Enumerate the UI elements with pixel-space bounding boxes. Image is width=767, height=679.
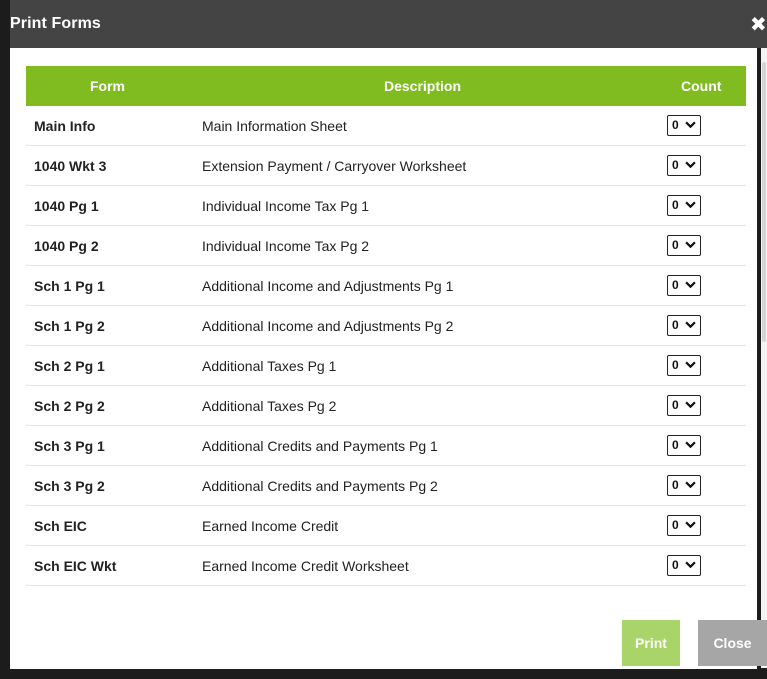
chevron-down-icon xyxy=(685,519,696,533)
print-forms-dialog: Print Forms ✖ Form Description Count Mai… xyxy=(0,0,767,679)
table-row: Sch 2 Pg 2 Additional Taxes Pg 2 0 xyxy=(26,386,746,426)
form-name: Sch 3 Pg 1 xyxy=(34,438,105,454)
form-description: Additional Income and Adjustments Pg 1 xyxy=(202,278,454,294)
chevron-down-icon xyxy=(685,279,696,293)
print-button[interactable]: Print xyxy=(622,620,680,666)
table-row: Sch 2 Pg 1 Additional Taxes Pg 1 0 xyxy=(26,346,746,386)
scrollbar[interactable] xyxy=(761,48,767,668)
table-row: Sch 1 Pg 1 Additional Income and Adjustme… xyxy=(26,266,746,306)
chevron-down-icon xyxy=(685,359,696,373)
count-value: 0 xyxy=(672,398,679,412)
count-select[interactable]: 0 xyxy=(667,435,701,456)
chevron-down-icon xyxy=(685,559,696,573)
count-value: 0 xyxy=(672,438,679,452)
chevron-down-icon xyxy=(685,439,696,453)
chevron-down-icon xyxy=(685,319,696,333)
table-row: Sch 3 Pg 1 Additional Credits and Payment… xyxy=(26,426,746,466)
dialog-title: Print Forms xyxy=(10,15,101,32)
chevron-down-icon xyxy=(685,479,696,493)
count-select[interactable]: 0 xyxy=(667,515,701,536)
count-select[interactable]: 0 xyxy=(667,115,701,136)
table-row: 1040 Pg 2 Individual Income Tax Pg 2 0 xyxy=(26,226,746,266)
column-header-description: Description xyxy=(384,78,462,94)
form-description: Additional Income and Adjustments Pg 2 xyxy=(202,318,454,334)
dialog-titlebar: Print Forms ✖ xyxy=(10,0,767,48)
form-name: Sch 1 Pg 1 xyxy=(34,278,105,294)
table-row: Sch 3 Pg 2 Additional Credits and Payment… xyxy=(26,466,746,506)
form-name: 1040 Wkt 3 xyxy=(34,158,107,174)
form-description: Additional Credits and Payments Pg 2 xyxy=(202,478,438,494)
table-row: Main Info Main Information Sheet 0 xyxy=(26,106,746,146)
chevron-down-icon xyxy=(685,159,696,173)
table-row: 1040 Pg 1 Individual Income Tax Pg 1 0 xyxy=(26,186,746,226)
count-select[interactable]: 0 xyxy=(667,275,701,296)
count-value: 0 xyxy=(672,158,679,172)
form-name: Sch 2 Pg 1 xyxy=(34,358,105,374)
chevron-down-icon xyxy=(685,199,696,213)
count-value: 0 xyxy=(672,518,679,532)
table-row: Sch 1 Pg 2 Additional Income and Adjustme… xyxy=(26,306,746,346)
form-name: Sch EIC Wkt xyxy=(34,558,117,574)
scrollbar-thumb[interactable] xyxy=(762,62,766,342)
form-description: Earned Income Credit Worksheet xyxy=(202,558,409,574)
close-button[interactable]: Close xyxy=(698,620,767,666)
count-select[interactable]: 0 xyxy=(667,195,701,216)
count-select[interactable]: 0 xyxy=(667,555,701,576)
count-value: 0 xyxy=(672,118,679,132)
count-select[interactable]: 0 xyxy=(667,355,701,376)
form-name: Sch 1 Pg 2 xyxy=(34,318,105,334)
form-name: Sch 2 Pg 2 xyxy=(34,398,105,414)
count-value: 0 xyxy=(672,558,679,572)
form-name: Sch EIC xyxy=(34,518,87,534)
chevron-down-icon xyxy=(685,239,696,253)
forms-table: Form Description Count Main Info Main Inf… xyxy=(26,66,746,610)
table-row: 1040 Wkt 3 Extension Payment / Carryover … xyxy=(26,146,746,186)
count-value: 0 xyxy=(672,318,679,332)
form-name: Sch 3 Pg 2 xyxy=(34,478,105,494)
form-description: Additional Credits and Payments Pg 1 xyxy=(202,438,438,454)
count-value: 0 xyxy=(672,238,679,252)
chevron-down-icon xyxy=(685,399,696,413)
table-row: Sch EIC Wkt Earned Income Credit Workshee… xyxy=(26,546,746,586)
count-value: 0 xyxy=(672,478,679,492)
count-value: 0 xyxy=(672,358,679,372)
count-select[interactable]: 0 xyxy=(667,235,701,256)
count-select[interactable]: 0 xyxy=(667,395,701,416)
close-icon[interactable]: ✖ xyxy=(750,12,767,37)
form-name: 1040 Pg 2 xyxy=(34,238,99,254)
form-description: Extension Payment / Carryover Worksheet xyxy=(202,158,467,174)
table-header: Form Description Count xyxy=(26,66,746,106)
form-name: 1040 Pg 1 xyxy=(34,198,99,214)
form-description: Additional Taxes Pg 1 xyxy=(202,358,337,374)
table-row: Sch EIC Earned Income Credit 0 xyxy=(26,506,746,546)
form-description: Main Information Sheet xyxy=(202,118,347,134)
form-description: Earned Income Credit xyxy=(202,518,339,534)
column-header-form: Form xyxy=(90,78,125,94)
count-select[interactable]: 0 xyxy=(667,475,701,496)
form-description: Individual Income Tax Pg 1 xyxy=(202,198,370,214)
form-description: Additional Taxes Pg 2 xyxy=(202,398,337,414)
count-value: 0 xyxy=(672,278,679,292)
count-value: 0 xyxy=(672,198,679,212)
form-description: Individual Income Tax Pg 2 xyxy=(202,238,370,254)
chevron-down-icon xyxy=(685,119,696,133)
column-header-count: Count xyxy=(681,78,722,94)
count-select[interactable]: 0 xyxy=(667,315,701,336)
count-select[interactable]: 0 xyxy=(667,155,701,176)
form-name: Main Info xyxy=(34,118,96,134)
